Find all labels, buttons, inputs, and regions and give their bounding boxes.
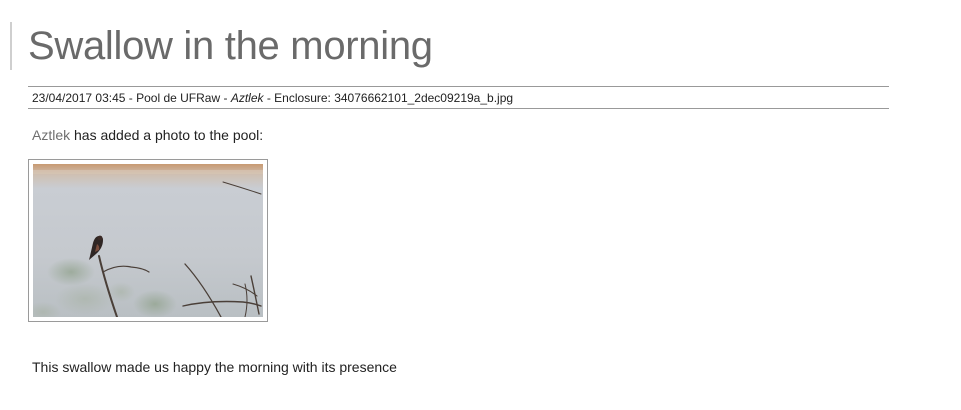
post-caption: This swallow made us happy the morning w… — [32, 359, 397, 375]
title-block: Swallow in the morning — [10, 22, 433, 70]
page-title: Swallow in the morning — [28, 24, 433, 68]
post-source: Pool de UFRaw — [136, 91, 221, 105]
post-meta-bar: 23/04/2017 03:45 - Pool de UFRaw - Aztle… — [28, 86, 889, 109]
photo-link[interactable] — [28, 159, 268, 322]
post-datetime: 23/04/2017 03:45 — [32, 91, 126, 105]
author-link[interactable]: Aztlek — [32, 127, 70, 143]
meta-separator: - — [220, 91, 231, 105]
meta-separator: - — [263, 91, 275, 105]
swallow-photo — [33, 164, 263, 317]
enclosure-label: Enclosure: — [274, 91, 335, 105]
post-intro: Aztlek has added a photo to the pool: — [32, 126, 263, 144]
enclosure-filename: 34076662101_2dec09219a_b.jpg — [334, 91, 514, 105]
meta-separator: - — [125, 91, 137, 105]
post-author: Aztlek — [230, 91, 264, 105]
intro-text: has added a photo to the pool: — [70, 127, 264, 143]
